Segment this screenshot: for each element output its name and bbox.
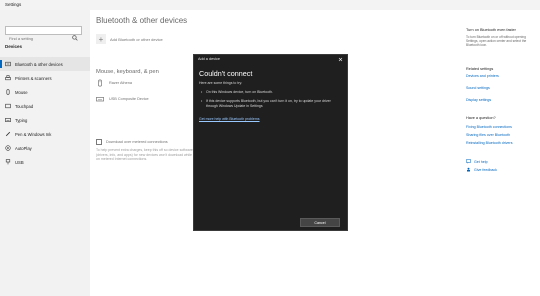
sidebar-item-typing[interactable]: Typing [0,113,90,127]
add-device-dialog: Add a device Couldn't connect Here are s… [193,54,348,231]
dialog-heading: Couldn't connect [199,69,253,78]
bluetooth-help-link[interactable]: Get more help with Bluetooth problems [199,117,260,121]
touchpad-icon [5,103,11,109]
display-settings-link[interactable]: Display settings [466,98,491,102]
related-settings-heading: Related settings [466,67,494,71]
sidebar-item-label: USB [15,159,24,165]
feedback-icon [466,167,471,172]
cancel-button[interactable]: Cancel [300,218,340,227]
sidebar-item-usb[interactable]: USB [0,155,90,169]
pen-icon [5,131,11,137]
dialog-title-bar: Add a device [194,55,347,65]
search-box[interactable] [5,26,82,42]
usb-icon [5,159,11,165]
sidebar-item-label: Mouse [15,89,28,95]
right-panel: Turn on Bluetooth even faster To turn Bl… [462,10,540,296]
get-help-link[interactable]: Get help [466,159,488,164]
dialog-bullet: On this Windows device, turn on Bluetoot… [201,90,334,95]
bluetooth-tip-text: To turn Bluetooth on or off without open… [466,35,527,47]
window-title: Settings [5,2,22,7]
sidebar-item-label: Bluetooth & other devices [15,61,63,67]
close-icon[interactable] [337,56,344,63]
title-bar: Settings [0,0,540,10]
printer-icon [5,75,11,81]
settings-window: Settings Devices Bluetooth & other devic… [0,0,540,296]
mouse-icon [5,89,11,95]
sharing-files-link[interactable]: Sharing files over Bluetooth [466,133,510,137]
give-feedback-label: Give feedback [474,167,497,172]
bluetooth-tip-heading: Turn on Bluetooth even faster [466,28,516,32]
keyboard-icon [5,117,11,123]
sidebar-item-pen[interactable]: Pen & Windows Ink [0,127,90,141]
reinstalling-drivers-link[interactable]: Reinstalling Bluetooth drivers [466,141,513,145]
sidebar-item-label: Typing [15,117,28,123]
help-icon [466,159,471,164]
sidebar-item-mouse[interactable]: Mouse [0,85,90,99]
fixing-bluetooth-link[interactable]: Fixing Bluetooth connections [466,125,512,129]
sidebar-item-label: AutoPlay [15,145,32,151]
sidebar-section-label: Devices [5,44,23,49]
dialog-footer: Cancel [194,212,347,230]
sidebar-item-label: Pen & Windows Ink [15,131,52,137]
devices-printers-link[interactable]: Devices and printers [466,74,499,78]
sidebar-item-printers[interactable]: Printers & scanners [0,71,90,85]
get-help-label: Get help [474,159,488,164]
sound-settings-link[interactable]: Sound settings [466,86,490,90]
sidebar: Devices Bluetooth & other devices Printe… [0,10,90,296]
sidebar-item-autoplay[interactable]: AutoPlay [0,141,90,155]
dialog-title: Add a device [198,57,220,61]
autoplay-icon [5,145,11,151]
sidebar-item-label: Touchpad [15,103,34,109]
dialog-intro: Here are some things to try: [199,81,243,85]
bluetooth-icon [5,61,11,67]
sidebar-item-bluetooth[interactable]: Bluetooth & other devices [0,57,90,71]
question-heading: Have a question? [466,116,496,120]
sidebar-item-label: Printers & scanners [15,75,52,81]
give-feedback-link[interactable]: Give feedback [466,167,497,172]
search-input[interactable] [6,35,71,42]
search-icon [72,28,78,41]
dialog-bullet: If this device supports Bluetooth, but y… [201,99,334,108]
sidebar-item-touchpad[interactable]: Touchpad [0,99,90,113]
